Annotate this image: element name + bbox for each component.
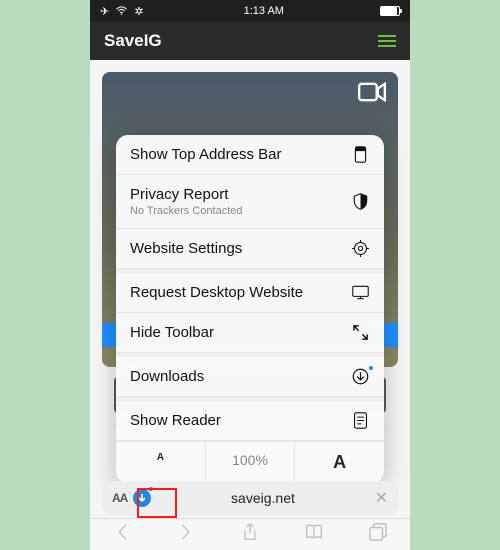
site-title: SaveIG [104, 31, 162, 51]
menu-privacy-report[interactable]: Privacy ReportNo Trackers Contacted [116, 175, 384, 229]
phone-frame: ✈ ✲ 1:13 AM SaveIG Show Top Address Bar [90, 0, 410, 550]
site-header: SaveIG [90, 22, 410, 60]
shield-icon [350, 193, 370, 210]
airplane-icon: ✈ [100, 6, 109, 18]
text-size-increase[interactable]: A [295, 442, 384, 483]
download-indicator-icon[interactable] [133, 489, 151, 507]
tabs-button[interactable] [369, 523, 387, 546]
url-bar[interactable]: AA saveig.net ✕ [102, 481, 398, 515]
menu-hide-toolbar[interactable]: Hide Toolbar [116, 313, 384, 353]
battery-icon [380, 6, 400, 16]
gear-icon [350, 240, 370, 257]
menu-website-settings[interactable]: Website Settings [116, 229, 384, 269]
aa-menu-popover: Show Top Address Bar Privacy ReportNo Tr… [116, 135, 384, 483]
share-button[interactable] [241, 523, 259, 546]
text-size-bar: A 100% A [116, 441, 384, 483]
addressbar-top-icon [350, 146, 370, 163]
menu-show-reader[interactable]: Show Reader [116, 397, 384, 441]
bottom-toolbar [90, 518, 410, 550]
menu-downloads[interactable]: Downloads [116, 353, 384, 397]
status-time: 1:13 AM [244, 5, 284, 17]
reload-stop-button[interactable]: ✕ [375, 488, 388, 508]
wifi-icon [116, 6, 130, 18]
download-circle-icon [350, 368, 370, 385]
back-button[interactable] [113, 523, 131, 546]
notification-dot [369, 366, 373, 370]
loading-icon: ✲ [134, 6, 143, 18]
aa-button[interactable]: AA [112, 491, 127, 505]
menu-show-top-addressbar[interactable]: Show Top Address Bar [116, 135, 384, 175]
hamburger-icon[interactable] [378, 32, 396, 50]
text-size-value[interactable]: 100% [206, 442, 296, 483]
forward-button[interactable] [177, 523, 195, 546]
text-size-decrease[interactable]: A [116, 442, 206, 483]
menu-request-desktop[interactable]: Request Desktop Website [116, 269, 384, 313]
status-bar: ✈ ✲ 1:13 AM [90, 0, 410, 22]
video-icon [358, 82, 386, 107]
expand-icon [350, 324, 370, 341]
reader-icon [350, 412, 370, 429]
desktop-icon [350, 284, 370, 301]
url-domain: saveig.net [151, 490, 374, 506]
bookmarks-button[interactable] [305, 523, 323, 546]
